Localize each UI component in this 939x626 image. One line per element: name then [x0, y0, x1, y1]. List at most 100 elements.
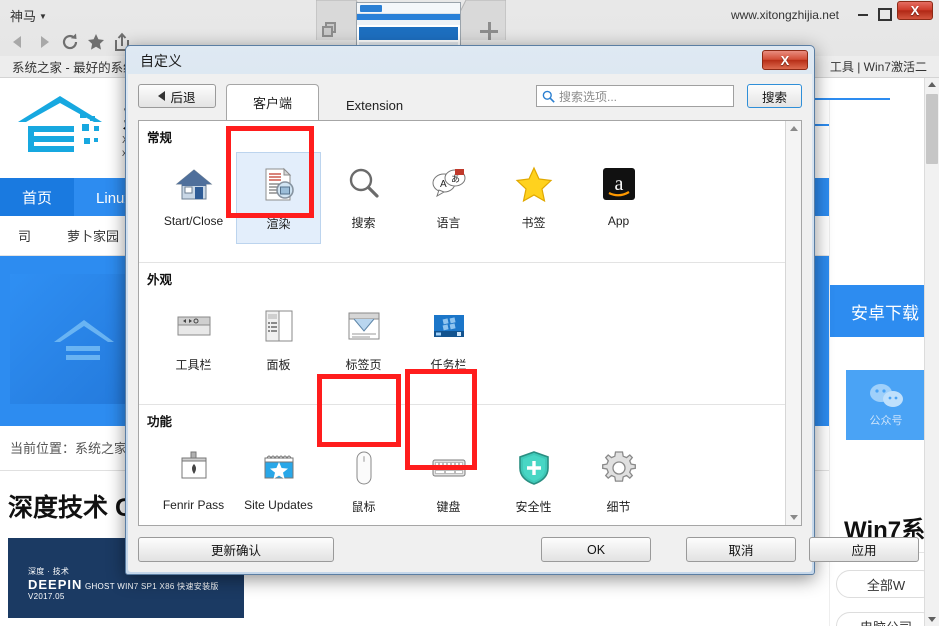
- svg-text:あ: あ: [451, 174, 460, 184]
- option-label: Start/Close: [163, 214, 224, 228]
- keyboard-icon: [429, 448, 469, 488]
- grid-general: Start/Close 渲染 搜索 A あ 语言 书签 a App: [139, 148, 785, 254]
- svg-text:a: a: [614, 173, 623, 195]
- section-appearance: 外观 工具栏 面板 标签页 任务栏: [139, 263, 785, 405]
- magnifier-icon: [344, 164, 384, 204]
- dialog-title: 自定义: [140, 53, 182, 69]
- option-label: 工具栏: [175, 358, 212, 372]
- page-top-links[interactable]: 工具 | Win7激活二: [830, 58, 927, 75]
- browser-menu-button[interactable]: 神马 ▼: [10, 6, 47, 25]
- option-site-updates[interactable]: Site Updates: [236, 436, 321, 525]
- android-download-button[interactable]: 安卓下载: [830, 285, 939, 337]
- option-tab-page[interactable]: 标签页: [321, 294, 406, 386]
- option-label: 语言: [436, 216, 461, 230]
- option-fenrir-pass[interactable]: Fenrir Pass: [151, 436, 236, 525]
- nav-item-home[interactable]: 首页: [0, 178, 75, 216]
- chevron-down-icon: ▼: [39, 12, 47, 21]
- back-button[interactable]: 后退: [138, 84, 216, 108]
- option-label: 任务栏: [430, 358, 467, 372]
- option-label: 渲染: [266, 217, 291, 231]
- browser-menu-label: 神马: [10, 9, 37, 24]
- hero-logo: [50, 314, 120, 384]
- tab-extension[interactable]: Extension: [319, 89, 430, 120]
- site-domain-label: www.xitongzhijia.net: [730, 8, 839, 22]
- subnav-item-1[interactable]: 萝卜家园: [49, 226, 137, 245]
- tab-client[interactable]: 客户端: [226, 84, 320, 120]
- option-bookmarks[interactable]: 书签: [491, 152, 576, 244]
- sidebar-pill-1[interactable]: 电脑公司: [836, 612, 936, 626]
- option-security[interactable]: 安全性: [491, 436, 576, 525]
- shield-icon: [514, 448, 554, 488]
- option-keyboard[interactable]: 键盘: [406, 436, 491, 525]
- ok-button[interactable]: OK: [541, 537, 651, 562]
- gear-icon: [599, 448, 639, 488]
- option-details[interactable]: 细节: [576, 436, 661, 525]
- options-list: 常规 Start/Close 渲染 搜索 A あ 语言 书签 a App 外观 …: [139, 121, 785, 525]
- scroll-up-icon[interactable]: [928, 82, 936, 87]
- option-start-close[interactable]: Start/Close: [151, 152, 236, 244]
- wechat-qr-card[interactable]: 公众号: [846, 370, 926, 440]
- close-button[interactable]: X: [897, 1, 933, 20]
- calendar-star-icon: [259, 448, 299, 488]
- cancel-button[interactable]: 取消: [686, 537, 796, 562]
- dialog-footer: 更新确认 OK 取消 应用: [128, 526, 919, 572]
- language-bubbles-icon: A あ: [429, 164, 469, 204]
- maximize-button[interactable]: [877, 6, 892, 21]
- star-icon: [514, 164, 554, 204]
- grid-appearance: 工具栏 面板 标签页 任务栏: [139, 290, 785, 396]
- option-language[interactable]: A あ 语言: [406, 152, 491, 244]
- breadcrumb: 当前位置：系统之家: [10, 441, 128, 456]
- back-icon[interactable]: [8, 32, 28, 52]
- option-search[interactable]: 搜索: [321, 152, 406, 244]
- wechat-label: 公众号: [869, 414, 903, 427]
- mouse-icon: [344, 448, 384, 488]
- options-scrollbar[interactable]: [785, 121, 801, 525]
- option-label: 安全性: [515, 500, 552, 514]
- option-label: 书签: [521, 216, 546, 230]
- reload-icon[interactable]: [60, 32, 80, 52]
- update-confirm-button[interactable]: 更新确认: [138, 537, 334, 562]
- option-taskbar[interactable]: 任务栏: [406, 294, 491, 386]
- option-label: Fenrir Pass: [162, 498, 225, 512]
- search-button[interactable]: 搜索: [747, 84, 802, 108]
- dialog-titlebar: 自定义: [126, 46, 814, 76]
- subnav-item-0[interactable]: 司: [0, 226, 49, 245]
- scroll-down-icon[interactable]: [928, 617, 936, 622]
- scroll-down-icon[interactable]: [790, 515, 798, 520]
- section-title-appearance: 外观: [147, 273, 173, 287]
- scroll-up-icon[interactable]: [790, 126, 798, 131]
- search-icon: [542, 90, 555, 103]
- minimize-button[interactable]: [857, 6, 870, 19]
- apply-button[interactable]: 应用: [809, 537, 919, 562]
- option-panel[interactable]: 面板: [236, 294, 321, 386]
- tab-page-icon: [344, 306, 384, 346]
- option-label: 面板: [266, 358, 291, 372]
- option-render[interactable]: 渲染: [236, 152, 321, 244]
- dialog-body: 后退 客户端 Extension 搜索选项... 搜索 常规 Start/Clo…: [128, 74, 919, 572]
- option-label: 搜索: [351, 216, 376, 230]
- browser-titlebar: 神马 ▼ www.xitongzhijia.net X: [0, 0, 939, 28]
- page-scrollbar[interactable]: [924, 78, 939, 626]
- toolbar-icon: [174, 306, 214, 346]
- option-label: 标签页: [345, 358, 382, 372]
- dialog-close-button[interactable]: X: [762, 50, 808, 70]
- wechat-icon: [870, 383, 903, 407]
- option-app[interactable]: a App: [576, 152, 661, 244]
- dialog-toolbar: 后退 客户端 Extension 搜索选项... 搜索: [128, 74, 812, 120]
- option-toolbar[interactable]: 工具栏: [151, 294, 236, 386]
- section-title-functions: 功能: [147, 415, 173, 429]
- forward-icon[interactable]: [34, 32, 54, 52]
- options-search-input[interactable]: 搜索选项...: [536, 85, 734, 107]
- window-controls: X: [857, 1, 933, 21]
- amazon-app-icon: a: [599, 164, 639, 204]
- scrollbar-thumb[interactable]: [926, 94, 938, 164]
- section-general: 常规 Start/Close 渲染 搜索 A あ 语言 书签 a App: [139, 121, 785, 263]
- taskbar-icon: [429, 306, 469, 346]
- section-functions: 功能 Fenrir Pass Site Updates 鼠标 键盘 安全性 细节: [139, 405, 785, 525]
- bookmark-star-icon[interactable]: [86, 32, 106, 52]
- site-logo: [14, 92, 119, 164]
- sidebar-pill-0[interactable]: 全部W: [836, 570, 936, 598]
- back-button-label: 后退: [170, 90, 196, 105]
- option-mouse[interactable]: 鼠标: [321, 436, 406, 525]
- option-label: App: [607, 214, 630, 228]
